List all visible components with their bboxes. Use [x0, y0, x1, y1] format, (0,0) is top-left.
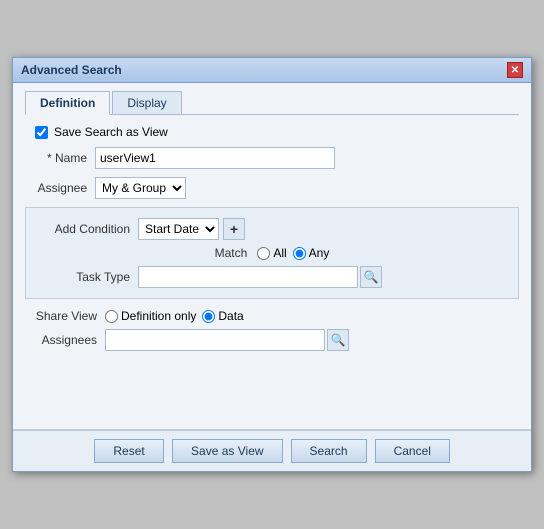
share-view-label: Share View	[25, 309, 105, 323]
definition-only-radio[interactable]	[105, 310, 118, 323]
assignees-search-icon: 🔍	[331, 333, 346, 347]
match-row: Match All Any	[38, 246, 506, 260]
task-type-row: Task Type 🔍	[38, 266, 506, 288]
save-search-label: Save Search as View	[54, 125, 168, 139]
share-view-row: Share View Definition only Data	[25, 309, 519, 323]
match-all-label[interactable]: All	[257, 246, 286, 260]
task-type-search-button[interactable]: 🔍	[360, 266, 382, 288]
add-condition-button[interactable]: +	[223, 218, 245, 240]
dialog-footer: Reset Save as View Search Cancel	[13, 429, 531, 471]
search-button[interactable]: Search	[291, 439, 367, 463]
advanced-search-dialog: Advanced Search ✕ Definition Display Sav…	[12, 57, 532, 472]
match-any-label[interactable]: Any	[293, 246, 330, 260]
assignee-label: Assignee	[25, 181, 95, 195]
assignees-search-button[interactable]: 🔍	[327, 329, 349, 351]
share-radio-group: Definition only Data	[105, 309, 244, 323]
condition-area: Add Condition Start Date End Date Priori…	[25, 207, 519, 299]
assignee-row: Assignee My & Group My Group All	[25, 177, 519, 199]
tab-definition[interactable]: Definition	[25, 91, 110, 115]
dialog-title: Advanced Search	[21, 63, 122, 77]
save-as-view-button[interactable]: Save as View	[172, 439, 283, 463]
match-radio-group: All Any	[257, 246, 329, 260]
assignees-row: Assignees 🔍	[25, 329, 519, 351]
tab-bar: Definition Display	[25, 91, 519, 115]
task-type-input[interactable]	[138, 266, 358, 288]
match-any-radio[interactable]	[293, 247, 306, 260]
name-label: * Name	[25, 151, 95, 165]
data-label[interactable]: Data	[202, 309, 243, 323]
name-row: * Name	[25, 147, 519, 169]
add-condition-row: Add Condition Start Date End Date Priori…	[38, 218, 506, 240]
share-view-section: Share View Definition only Data Assignee…	[25, 309, 519, 351]
task-type-label: Task Type	[38, 270, 138, 284]
save-search-checkbox[interactable]	[35, 126, 48, 139]
close-button[interactable]: ✕	[507, 62, 523, 78]
name-input[interactable]	[95, 147, 335, 169]
add-condition-label: Add Condition	[38, 222, 138, 236]
reset-button[interactable]: Reset	[94, 439, 164, 463]
save-search-row: Save Search as View	[35, 125, 519, 139]
match-all-radio[interactable]	[257, 247, 270, 260]
tab-display[interactable]: Display	[112, 91, 181, 115]
definition-only-text: Definition only	[121, 309, 196, 323]
any-label: Any	[309, 246, 330, 260]
assignee-select[interactable]: My & Group My Group All	[95, 177, 186, 199]
match-label: Match	[215, 246, 248, 260]
data-radio[interactable]	[202, 310, 215, 323]
definition-only-label[interactable]: Definition only	[105, 309, 196, 323]
all-label: All	[273, 246, 286, 260]
assignees-label: Assignees	[25, 333, 105, 347]
dialog-body: Definition Display Save Search as View *…	[13, 83, 531, 429]
cancel-button[interactable]: Cancel	[375, 439, 450, 463]
assignees-input[interactable]	[105, 329, 325, 351]
dialog-titlebar: Advanced Search ✕	[13, 58, 531, 83]
data-text: Data	[218, 309, 243, 323]
task-search-icon: 🔍	[364, 270, 379, 284]
condition-select[interactable]: Start Date End Date Priority Status	[138, 218, 219, 240]
